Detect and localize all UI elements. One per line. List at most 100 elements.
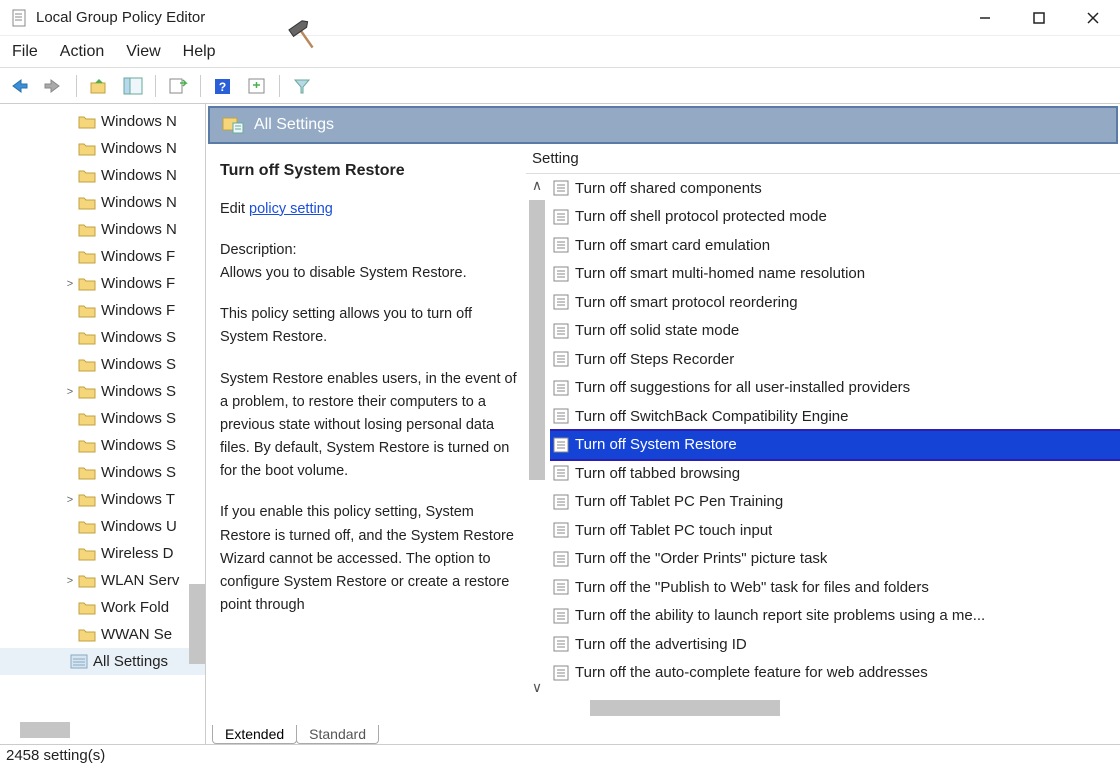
policy-item-icon <box>552 464 570 482</box>
tree-item[interactable]: Windows S <box>0 459 205 486</box>
list-row[interactable]: Turn off System Restore <box>550 431 1120 460</box>
description-body-2: This policy setting allows you to turn o… <box>220 303 520 349</box>
expander-icon[interactable]: > <box>62 494 78 506</box>
tree-item-label: Windows U <box>101 518 177 535</box>
tree-item[interactable]: Windows S <box>0 405 205 432</box>
hammer-icon <box>280 10 328 58</box>
list-row[interactable]: Turn off smart card emulation <box>550 231 1120 260</box>
up-button[interactable] <box>85 72 113 100</box>
menu-view[interactable]: View <box>126 43 160 61</box>
tree-item-label: Windows N <box>101 113 177 130</box>
tree-item[interactable]: >Windows F <box>0 270 205 297</box>
menu-action[interactable]: Action <box>60 43 104 61</box>
filter-button[interactable] <box>288 72 316 100</box>
list-row[interactable]: Turn off Steps Recorder <box>550 345 1120 374</box>
view-tabs: Extended Standard <box>206 718 1120 744</box>
tree-item[interactable]: Windows U <box>0 513 205 540</box>
policy-item-icon <box>552 379 570 397</box>
tree-item-label: Windows N <box>101 194 177 211</box>
back-button[interactable] <box>6 72 34 100</box>
policy-title: Turn off System Restore <box>220 158 520 184</box>
folder-icon <box>78 330 96 345</box>
list-row[interactable]: Turn off the auto-complete feature for w… <box>550 659 1120 688</box>
tree-item[interactable]: >Windows S <box>0 378 205 405</box>
pane-header-title: All Settings <box>254 116 334 134</box>
list-item-label: Turn off the ability to launch report si… <box>575 607 985 624</box>
expander-icon[interactable]: > <box>62 575 78 587</box>
list-row[interactable]: Turn off Tablet PC touch input <box>550 516 1120 545</box>
maximize-button[interactable] <box>1016 3 1062 33</box>
tree-item[interactable]: Windows S <box>0 351 205 378</box>
list-item-label: Turn off Tablet PC touch input <box>575 522 772 539</box>
tree-vscrollbar[interactable] <box>189 584 205 664</box>
list-hscrollbar[interactable] <box>590 700 780 716</box>
tree-item[interactable]: Windows N <box>0 108 205 135</box>
policy-item-icon <box>552 635 570 653</box>
tree-item[interactable]: >WLAN Serv <box>0 567 205 594</box>
list-row[interactable]: Turn off the ability to launch report si… <box>550 602 1120 631</box>
list-row[interactable]: Turn off Tablet PC Pen Training <box>550 488 1120 517</box>
tree-item[interactable]: Work Fold <box>0 594 205 621</box>
edit-policy-link[interactable]: policy setting <box>249 201 333 217</box>
expander-icon[interactable]: > <box>62 278 78 290</box>
folder-icon <box>78 249 96 264</box>
tree-item[interactable]: Windows S <box>0 432 205 459</box>
tree-item[interactable]: Wireless D <box>0 540 205 567</box>
tree-item[interactable]: Windows N <box>0 135 205 162</box>
tree-item[interactable]: Windows N <box>0 162 205 189</box>
forward-button[interactable] <box>40 72 68 100</box>
list-row[interactable]: Turn off shell protocol protected mode <box>550 203 1120 232</box>
list-row[interactable]: Turn off shared components <box>550 174 1120 203</box>
list-row[interactable]: Turn off tabbed browsing <box>550 459 1120 488</box>
minimize-button[interactable] <box>962 3 1008 33</box>
list-row[interactable]: Turn off the "Order Prints" picture task <box>550 545 1120 574</box>
folder-icon <box>78 546 96 561</box>
folder-icon <box>78 141 96 156</box>
tab-extended[interactable]: Extended <box>212 725 297 744</box>
list-row[interactable]: Turn off solid state mode <box>550 317 1120 346</box>
folder-icon <box>78 438 96 453</box>
list-column-header[interactable]: Setting <box>526 144 1120 174</box>
tree-item-label: Windows S <box>101 437 176 454</box>
list-row[interactable]: Turn off the advertising ID <box>550 630 1120 659</box>
export-button[interactable] <box>164 72 192 100</box>
description-body-1: Allows you to disable System Restore. <box>220 262 520 285</box>
menu-help[interactable]: Help <box>183 43 216 61</box>
policy-item-icon <box>552 578 570 596</box>
tree-item-label: WWAN Se <box>101 626 172 643</box>
content-area: Windows NWindows NWindows NWindows NWind… <box>0 104 1120 744</box>
list-row[interactable]: Turn off smart multi-homed name resoluti… <box>550 260 1120 289</box>
expander-icon[interactable]: > <box>62 386 78 398</box>
list-item-label: Turn off SwitchBack Compatibility Engine <box>575 408 848 425</box>
tree-item[interactable]: All Settings <box>0 648 205 675</box>
list-row[interactable]: Turn off suggestions for all user-instal… <box>550 374 1120 403</box>
tree-item[interactable]: Windows F <box>0 243 205 270</box>
tree-item[interactable]: >Windows T <box>0 486 205 513</box>
folder-icon <box>78 303 96 318</box>
tree-item[interactable]: Windows S <box>0 324 205 351</box>
tree-item-label: Windows S <box>101 329 176 346</box>
list-row[interactable]: Turn off SwitchBack Compatibility Engine <box>550 402 1120 431</box>
properties-button[interactable] <box>243 72 271 100</box>
tree-item[interactable]: Windows N <box>0 216 205 243</box>
tree-item[interactable]: WWAN Se <box>0 621 205 648</box>
tree-item[interactable]: Windows F <box>0 297 205 324</box>
tree-item-label: Windows S <box>101 410 176 427</box>
pane-header-icon <box>222 115 244 135</box>
help-button[interactable]: ? <box>209 72 237 100</box>
scroll-down-icon[interactable]: ∨ <box>528 676 546 698</box>
list-item-label: Turn off Tablet PC Pen Training <box>575 493 783 510</box>
list-row[interactable]: Turn off smart protocol reordering <box>550 288 1120 317</box>
tab-standard[interactable]: Standard <box>296 725 379 744</box>
list-vscrollbar[interactable]: ∧ ∨ <box>528 174 546 698</box>
tree-item-label: Work Fold <box>101 599 169 616</box>
folder-icon <box>78 492 96 507</box>
tree-item[interactable]: Windows N <box>0 189 205 216</box>
menu-file[interactable]: File <box>12 43 38 61</box>
close-button[interactable] <box>1070 3 1116 33</box>
navigation-tree[interactable]: Windows NWindows NWindows NWindows NWind… <box>0 104 206 744</box>
scroll-up-icon[interactable]: ∧ <box>528 174 546 196</box>
tree-hscrollbar[interactable] <box>20 722 70 738</box>
show-tree-button[interactable] <box>119 72 147 100</box>
list-row[interactable]: Turn off the "Publish to Web" task for f… <box>550 573 1120 602</box>
